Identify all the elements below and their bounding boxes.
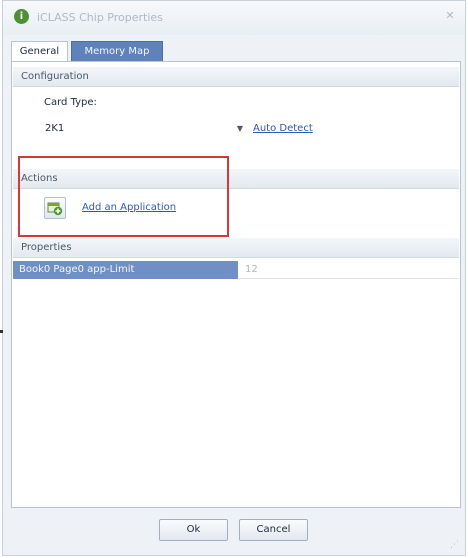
add-application-link[interactable]: Add an Application xyxy=(82,202,176,213)
card-type-label: Card Type: xyxy=(44,97,97,108)
configuration-header: Configuration xyxy=(13,67,459,87)
app-logo-icon: i xyxy=(14,9,29,24)
property-name[interactable]: Book0 Page0 app-Limit xyxy=(13,261,238,279)
memory-map-panel: Configuration Card Type: 2K1 ▼ Auto Dete… xyxy=(11,61,461,508)
card-type-value: 2K1 xyxy=(45,123,65,134)
resize-grip-icon[interactable]: ⋰ xyxy=(450,540,459,550)
tab-memory-map[interactable]: Memory Map xyxy=(71,41,163,62)
property-row[interactable]: Book0 Page0 app-Limit 12 xyxy=(13,261,459,279)
edge-mark xyxy=(0,330,3,333)
property-value[interactable]: 12 xyxy=(239,261,459,279)
card-type-select[interactable]: 2K1 ▼ xyxy=(40,120,245,138)
close-icon[interactable]: ✕ xyxy=(441,7,459,25)
tab-general[interactable]: General xyxy=(11,41,68,62)
title-bar[interactable]: i iCLASS Chip Properties ✕ xyxy=(3,1,465,35)
actions-header: Actions xyxy=(13,169,459,189)
properties-header: Properties xyxy=(13,238,459,258)
cancel-button[interactable]: Cancel xyxy=(239,519,308,541)
properties-grid xyxy=(13,279,459,507)
auto-detect-link[interactable]: Auto Detect xyxy=(253,123,313,134)
ok-button[interactable]: Ok xyxy=(159,519,228,541)
chip-properties-dialog: i iCLASS Chip Properties ✕ General Memor… xyxy=(2,0,466,556)
window-title: iCLASS Chip Properties xyxy=(37,11,163,24)
chevron-down-icon[interactable]: ▼ xyxy=(237,120,243,138)
add-application-icon[interactable] xyxy=(44,197,66,219)
